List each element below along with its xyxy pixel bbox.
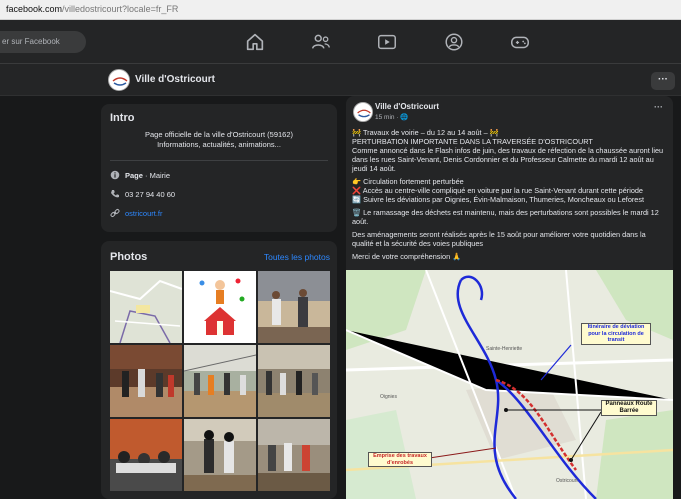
- photo-thumbnail[interactable]: [184, 419, 256, 491]
- photo-thumbnail[interactable]: [258, 419, 330, 491]
- friends-icon[interactable]: [310, 31, 332, 53]
- post-map-image[interactable]: Itinéraire de déviation pour la circulat…: [346, 270, 673, 499]
- photos-card: Photos Toutes les photos: [101, 241, 337, 499]
- page-header-name[interactable]: Ville d'Ostricourt: [135, 74, 215, 85]
- gaming-icon[interactable]: [509, 31, 531, 53]
- map-town-ostricourt: Ostricourt: [556, 478, 578, 484]
- map-label-deviation: Itinéraire de déviation pour la circulat…: [581, 323, 651, 345]
- website-link[interactable]: ostricourt.fr: [125, 209, 163, 218]
- post-timestamp[interactable]: 15 min · 🌐: [375, 113, 408, 121]
- photo-thumbnail[interactable]: [184, 345, 256, 417]
- intro-title: Intro: [110, 112, 135, 124]
- phone-icon: [110, 189, 120, 199]
- photo-thumbnail[interactable]: [258, 271, 330, 343]
- link-icon: [110, 208, 120, 218]
- photos-title: Photos: [110, 251, 148, 263]
- map-label-panneaux: Panneaux Route Barrée: [601, 400, 657, 416]
- photo-thumbnail[interactable]: [110, 345, 182, 417]
- video-icon[interactable]: [376, 31, 398, 53]
- map-label-emprise: Emprise des travaux d'enrobés: [368, 452, 432, 467]
- page-header: Ville d'Ostricourt ···: [0, 64, 681, 96]
- map-town-sainte: Sainte-Henriette: [486, 346, 523, 352]
- globe-icon: 🌐: [400, 114, 409, 121]
- phone-number[interactable]: 03 27 94 40 60: [125, 190, 175, 199]
- photo-thumbnail[interactable]: [110, 271, 182, 343]
- home-icon[interactable]: [244, 31, 266, 53]
- top-navigation: er sur Facebook: [0, 20, 681, 64]
- photo-thumbnail[interactable]: [110, 419, 182, 491]
- map-town-oignies: Oignies: [380, 394, 397, 400]
- post-author-avatar[interactable]: [353, 102, 373, 122]
- intro-description: Page officielle de la ville d'Ostricourt…: [144, 130, 294, 149]
- url-text[interactable]: facebook.com/villedostricourt?locale=fr_…: [6, 4, 178, 14]
- see-all-photos-link[interactable]: Toutes les photos: [264, 252, 330, 262]
- post-author-name[interactable]: Ville d'Ostricourt: [375, 102, 439, 111]
- post-text: 🚧 Travaux de voirie – du 12 au 14 août –…: [352, 128, 664, 261]
- page-avatar[interactable]: [108, 69, 130, 91]
- intro-card: Intro Page officielle de la ville d'Ostr…: [101, 104, 337, 232]
- photo-thumbnail[interactable]: [184, 271, 256, 343]
- search-placeholder: er sur Facebook: [2, 37, 60, 46]
- groups-icon[interactable]: [443, 31, 465, 53]
- divider: [110, 160, 328, 161]
- info-icon: [110, 170, 120, 180]
- photo-thumbnail[interactable]: [258, 345, 330, 417]
- post-card: Ville d'Ostricourt 15 min · 🌐 ··· 🚧 Trav…: [346, 96, 673, 499]
- post-options-button[interactable]: ···: [654, 102, 663, 112]
- more-options-button[interactable]: ···: [651, 72, 675, 90]
- browser-url-bar[interactable]: facebook.com/villedostricourt?locale=fr_…: [0, 0, 681, 20]
- search-input[interactable]: er sur Facebook: [0, 31, 86, 53]
